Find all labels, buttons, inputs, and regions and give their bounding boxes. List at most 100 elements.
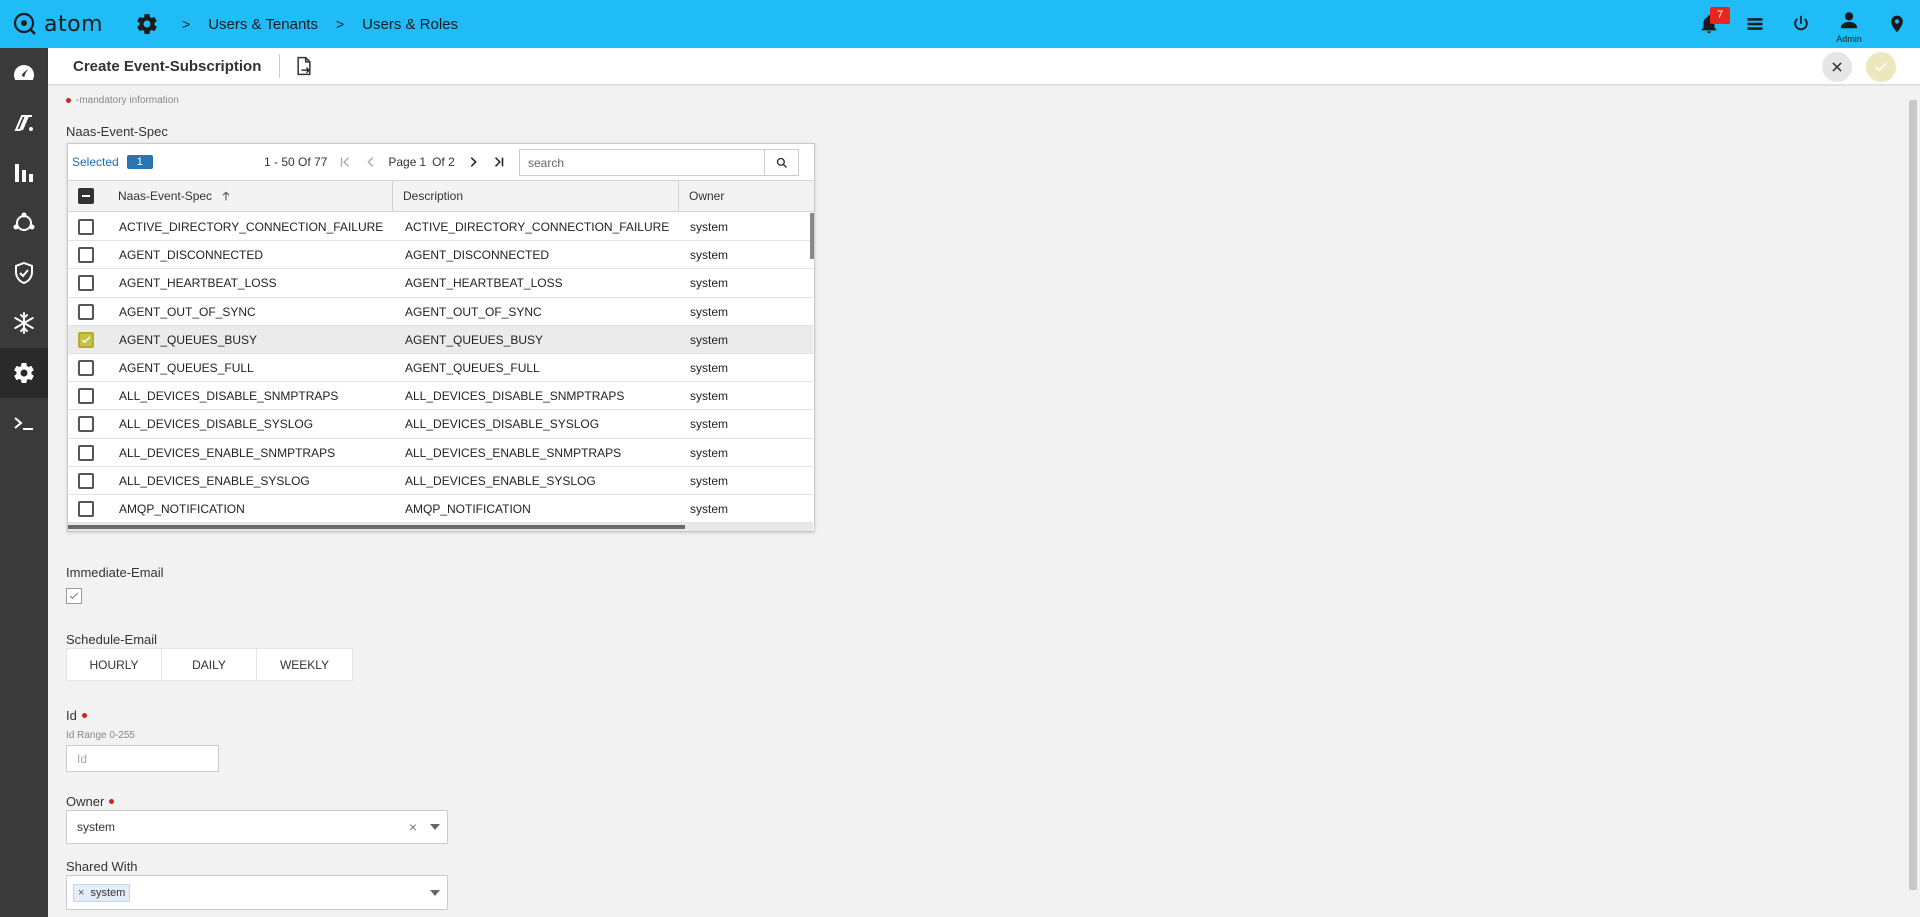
table-row[interactable]: AGENT_QUEUES_FULL AGENT_QUEUES_FULL system	[68, 354, 813, 383]
sidebar-item-security[interactable]	[0, 248, 48, 298]
row-checkbox[interactable]	[78, 303, 94, 320]
search-button[interactable]	[764, 150, 798, 175]
owner-value: system	[77, 820, 116, 834]
chevron-down-icon[interactable]	[423, 889, 447, 896]
map-pin-icon	[1891, 15, 1903, 33]
grid-search-input[interactable]	[520, 150, 764, 175]
settings-gear-icon[interactable]	[134, 11, 160, 37]
grid-vertical-scrollbar[interactable]	[810, 213, 814, 259]
cell-spec: AGENT_OUT_OF_SYNC	[119, 304, 256, 319]
table-row[interactable]: ALL_DEVICES_ENABLE_SNMPTRAPS ALL_DEVICES_…	[68, 439, 813, 467]
terminal-icon	[14, 417, 33, 430]
table-row[interactable]: AGENT_OUT_OF_SYNC AGENT_OUT_OF_SYNC system	[68, 298, 813, 326]
mandatory-dot	[81, 713, 87, 718]
sidebar-item-snowflake[interactable]	[0, 298, 48, 348]
cell-spec: AGENT_QUEUES_BUSY	[119, 332, 258, 347]
table-row[interactable]: AGENT_HEARTBEAT_LOSS AGENT_HEARTBEAT_LOSS…	[68, 269, 813, 298]
cell-owner: system	[690, 360, 729, 375]
page-of: Of 2	[432, 155, 455, 169]
next-page-icon[interactable]	[463, 152, 483, 172]
row-checkbox[interactable]	[78, 247, 94, 264]
table-row[interactable]: AGENT_DISCONNECTED AGENT_DISCONNECTED syst…	[68, 241, 813, 270]
sidebar-item-dashboard[interactable]	[0, 48, 48, 98]
page-scrollbar[interactable]	[1906, 86, 1920, 917]
event-spec-grid: Selected 1 1 - 50 Of 77 Page 1 Of 2 Naas…	[67, 143, 815, 532]
sidebar-item-devices[interactable]	[0, 98, 48, 148]
column-divider[interactable]	[392, 181, 393, 211]
cell-description: AGENT_QUEUES_FULL	[405, 360, 540, 375]
prev-page-icon[interactable]	[361, 152, 381, 172]
last-page-icon[interactable]	[489, 152, 509, 172]
cell-description: AGENT_OUT_OF_SYNC	[405, 304, 542, 319]
app-logo[interactable]: atom	[12, 11, 124, 37]
immediate-email-checkbox[interactable]	[66, 588, 82, 604]
breadcrumb-users-roles[interactable]: Users & Roles	[362, 16, 458, 33]
sidebar-item-terminal[interactable]	[0, 398, 48, 448]
schedule-weekly-button[interactable]: WEEKLY	[257, 649, 352, 680]
cell-description: ALL_DEVICES_DISABLE_SNMPTRAPS	[405, 389, 625, 404]
id-input[interactable]	[66, 745, 219, 772]
document-button[interactable]	[292, 54, 316, 78]
location-button[interactable]	[1874, 0, 1920, 48]
table-row[interactable]: ACTIVE_DIRECTORY_CONNECTION_FAILURE ACTIV…	[68, 213, 813, 242]
notifications-button[interactable]: 7	[1686, 0, 1732, 48]
table-row[interactable]: AGENT_QUEUES_BUSY AGENT_QUEUES_BUSY system	[68, 325, 813, 354]
schedule-email-label: Schedule-Email	[66, 632, 158, 647]
row-checkbox[interactable]	[78, 331, 94, 348]
owner-label-wrap: Owner	[66, 794, 119, 809]
row-checkbox[interactable]	[78, 275, 94, 292]
search-icon	[776, 157, 787, 168]
first-page-icon[interactable]	[335, 152, 355, 172]
sidebar-item-settings[interactable]	[0, 348, 48, 398]
clear-icon[interactable]: ×	[403, 819, 423, 835]
shield-icon	[15, 261, 33, 285]
page-label: Page	[388, 155, 417, 169]
owner-select[interactable]: system ×	[66, 810, 448, 844]
column-owner[interactable]: Owner	[689, 181, 724, 211]
selected-label[interactable]: Selected	[72, 155, 119, 169]
power-button[interactable]	[1778, 0, 1824, 48]
table-row[interactable]: ALL_DEVICES_ENABLE_SYSLOG ALL_DEVICES_ENA…	[68, 467, 813, 495]
schedule-daily-button[interactable]: DAILY	[162, 649, 257, 680]
shared-chip: × system	[73, 883, 131, 902]
snowflake-icon	[14, 312, 34, 334]
breadcrumb-users-tenants[interactable]: Users & Tenants	[208, 16, 318, 33]
cell-spec: ALL_DEVICES_ENABLE_SNMPTRAPS	[119, 445, 336, 460]
cell-description: ALL_DEVICES_ENABLE_SNMPTRAPS	[405, 445, 622, 460]
table-row[interactable]: ALL_DEVICES_DISABLE_SNMPTRAPS ALL_DEVICES…	[68, 382, 813, 411]
grid-header: Naas-Event-Spec Description Owner	[68, 180, 814, 212]
column-description[interactable]: Description	[403, 181, 463, 211]
atom-logo-icon	[13, 12, 36, 35]
shared-with-select[interactable]: × system	[66, 875, 448, 910]
sidebar-item-analytics[interactable]	[0, 148, 48, 198]
table-row[interactable]: ALL_DEVICES_DISABLE_SYSLOG ALL_DEVICES_DI…	[68, 410, 813, 439]
row-checkbox[interactable]	[78, 359, 94, 376]
page-current: 1	[419, 155, 427, 169]
schedule-hourly-button[interactable]: HOURLY	[67, 649, 162, 680]
list-menu-button[interactable]	[1732, 0, 1778, 48]
selected-count-badge[interactable]: 1	[126, 155, 153, 169]
cell-owner: system	[690, 248, 729, 263]
select-all-checkbox[interactable]	[78, 188, 94, 204]
row-checkbox[interactable]	[78, 500, 94, 517]
row-checkbox[interactable]	[78, 219, 94, 235]
column-spec[interactable]: Naas-Event-Spec	[118, 181, 232, 211]
row-checkbox[interactable]	[78, 444, 94, 461]
cell-spec: AMQP_NOTIFICATION	[119, 501, 245, 516]
chevron-down-icon[interactable]	[423, 824, 447, 830]
close-button[interactable]	[1822, 52, 1852, 82]
row-checkbox[interactable]	[78, 388, 94, 405]
submit-button[interactable]	[1866, 52, 1896, 82]
left-sidebar	[0, 48, 48, 917]
row-checkbox[interactable]	[78, 472, 94, 489]
cell-owner: system	[690, 276, 729, 291]
grid-horizontal-scrollbar[interactable]	[68, 523, 813, 531]
row-checkbox[interactable]	[78, 416, 94, 433]
cell-owner: system	[690, 332, 729, 347]
chip-remove-icon[interactable]: ×	[78, 887, 84, 899]
column-divider[interactable]	[678, 181, 679, 211]
table-row[interactable]: AMQP_NOTIFICATION AMQP_NOTIFICATION system	[68, 495, 813, 523]
topology-icon	[13, 212, 35, 231]
user-menu-button[interactable]: Admin	[1824, 0, 1874, 48]
sidebar-item-topology[interactable]	[0, 198, 48, 248]
